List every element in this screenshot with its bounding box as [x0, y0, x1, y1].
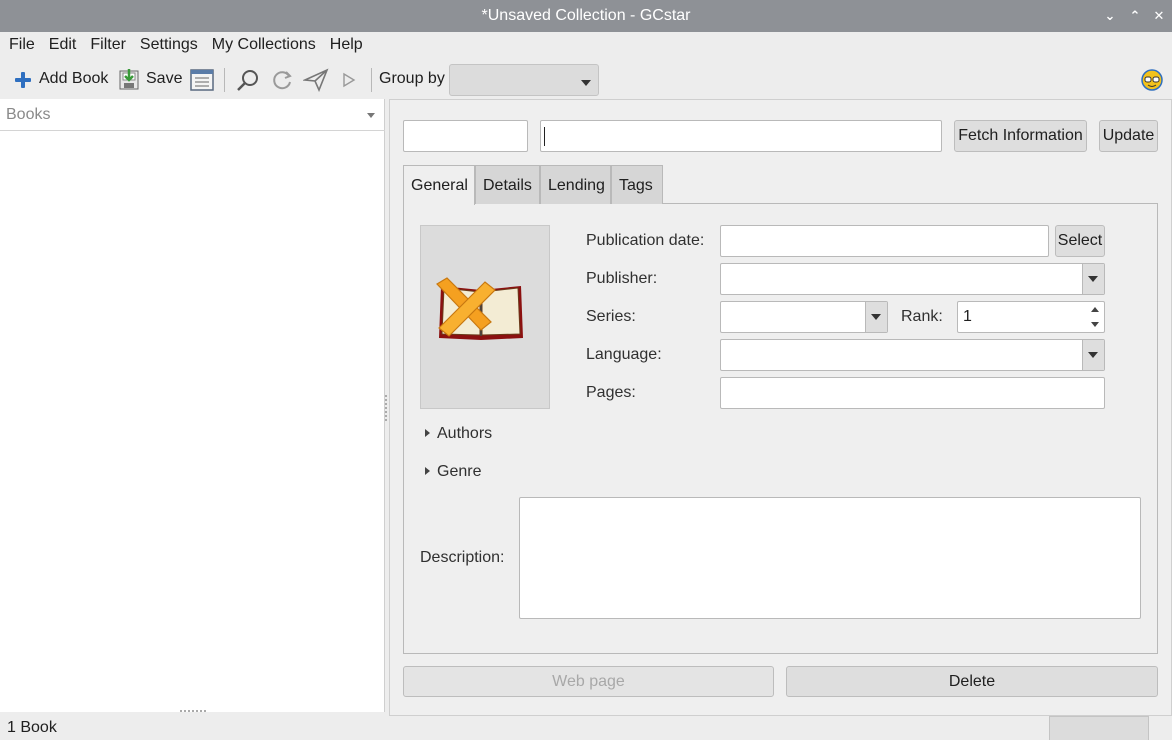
authors-expander[interactable]: Authors — [420, 423, 540, 445]
series-label: Series: — [586, 308, 636, 325]
status-text: 1 Book — [7, 719, 57, 736]
title-input[interactable] — [540, 120, 942, 152]
plus-icon — [15, 72, 31, 88]
chevron-down-icon — [1088, 276, 1098, 282]
menu-settings[interactable]: Settings — [133, 32, 205, 58]
series-combo[interactable] — [720, 301, 888, 333]
chevron-down-icon — [367, 113, 375, 118]
publication-date-label: Publication date: — [586, 232, 705, 249]
chevron-down-icon — [1091, 322, 1099, 327]
books-header-label: Books — [6, 106, 51, 123]
menu-help[interactable]: Help — [323, 32, 370, 58]
no-cover-book-icon — [436, 277, 523, 340]
title-bar: *Unsaved Collection - GCstar ⌄ ⌃ ✕ — [0, 0, 1172, 32]
save-icon — [119, 69, 139, 90]
add-book-label: Add Book — [39, 70, 109, 87]
gcstar-logo-icon[interactable] — [1141, 69, 1163, 91]
web-page-button[interactable]: Web page — [403, 666, 774, 697]
chevron-down-icon — [1088, 352, 1098, 358]
tab-details[interactable]: Details — [475, 165, 540, 204]
status-progress-bar — [1049, 716, 1149, 740]
language-dropdown-button[interactable] — [1082, 340, 1104, 370]
search-icon[interactable] — [236, 68, 260, 92]
publisher-combo[interactable] — [720, 263, 1105, 295]
tab-tags[interactable]: Tags — [611, 165, 663, 204]
fetch-information-button[interactable]: Fetch Information — [954, 120, 1087, 152]
maximize-button[interactable]: ⌃ — [1123, 0, 1147, 32]
description-textarea[interactable] — [519, 497, 1141, 619]
toolbar-separator — [371, 68, 372, 92]
update-button[interactable]: Update — [1099, 120, 1158, 152]
menu-bar: File Edit Filter Settings My Collections Help — [0, 32, 1172, 60]
publication-date-input[interactable] — [720, 225, 1049, 257]
toolbar: Add Book Save Group by — [0, 62, 1172, 98]
add-book-button[interactable]: Add Book — [12, 62, 110, 98]
language-label: Language: — [586, 346, 662, 363]
pages-input[interactable] — [720, 377, 1105, 409]
books-column-header[interactable]: Books — [0, 99, 385, 131]
refresh-icon[interactable] — [270, 68, 294, 92]
window-title: *Unsaved Collection - GCstar — [481, 7, 691, 24]
authors-label: Authors — [437, 425, 493, 442]
language-combo[interactable] — [720, 339, 1105, 371]
select-date-button[interactable]: Select — [1055, 225, 1105, 257]
chevron-up-icon — [1091, 307, 1099, 312]
rank-decrement-button[interactable] — [1088, 317, 1104, 332]
chevron-down-icon — [581, 80, 591, 86]
rank-value: 1 — [963, 308, 972, 325]
tab-lending[interactable]: Lending — [540, 165, 611, 204]
rank-increment-button[interactable] — [1088, 302, 1104, 317]
genre-expander[interactable]: Genre — [420, 461, 540, 483]
cover-image-button[interactable] — [420, 225, 550, 409]
menu-edit[interactable]: Edit — [42, 32, 84, 58]
tab-general[interactable]: General — [403, 165, 475, 205]
publisher-dropdown-button[interactable] — [1082, 264, 1104, 294]
group-by-label: Group by — [379, 70, 445, 87]
book-list-panel[interactable]: Books — [0, 99, 385, 712]
save-button[interactable]: Save — [119, 62, 183, 98]
expander-arrow-icon — [425, 467, 430, 475]
publisher-label: Publisher: — [586, 270, 658, 287]
menu-file[interactable]: File — [0, 32, 42, 58]
list-view-icon[interactable] — [190, 69, 214, 91]
vertical-resize-handle[interactable] — [180, 710, 206, 712]
text-cursor — [544, 127, 545, 146]
chevron-down-icon — [871, 314, 881, 320]
menu-my-collections[interactable]: My Collections — [205, 32, 323, 58]
play-icon[interactable] — [341, 72, 357, 88]
description-label: Description: — [420, 549, 505, 566]
pages-label: Pages: — [586, 384, 636, 401]
series-dropdown-button[interactable] — [865, 302, 887, 332]
delete-button[interactable]: Delete — [786, 666, 1158, 697]
save-label: Save — [146, 70, 183, 87]
close-button[interactable]: ✕ — [1147, 0, 1171, 32]
pane-resize-handle[interactable] — [385, 395, 387, 421]
status-bar: 1 Book — [0, 716, 1172, 740]
minimize-button[interactable]: ⌄ — [1098, 0, 1122, 32]
group-by-select[interactable] — [449, 64, 599, 96]
toolbar-separator — [224, 68, 225, 92]
expander-arrow-icon — [425, 429, 430, 437]
menu-filter[interactable]: Filter — [83, 32, 133, 58]
id-input[interactable] — [403, 120, 528, 152]
genre-label: Genre — [437, 463, 482, 480]
send-icon[interactable] — [303, 68, 329, 92]
rank-spinner[interactable]: 1 — [957, 301, 1105, 333]
rank-label: Rank: — [901, 308, 943, 325]
